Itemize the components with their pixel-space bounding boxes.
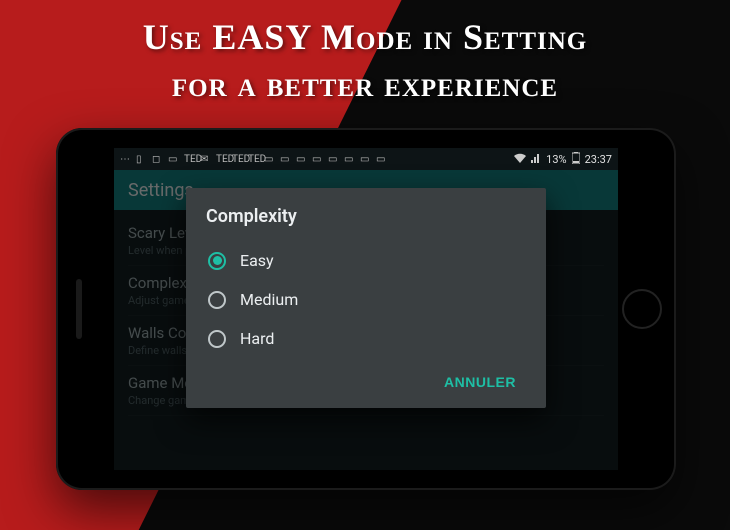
notif-icon: TED [232,154,244,164]
notif-icon: ▭ [344,154,356,164]
promo-headline: Use EASY Mode in Setting for a better ex… [0,14,730,108]
dialog-actions: ANNULER [206,366,526,398]
notif-icon: ▭ [264,154,276,164]
radio-icon [208,291,226,309]
radio-icon [208,330,226,348]
android-statusbar: ⋯ ▯ ◻ ▭ TED ✉ TED TED TED ▭ ▭ ▭ ▭ ▭ ▭ ▭ … [114,148,618,170]
radio-option-hard[interactable]: Hard [206,319,526,358]
notif-icon: TED [184,154,196,164]
radio-option-easy[interactable]: Easy [206,241,526,280]
notif-icon: ▭ [328,154,340,164]
notif-icon: ▭ [312,154,324,164]
complexity-dialog: Complexity Easy Medium Hard ANNULER [186,188,546,408]
notif-icon: ▭ [280,154,292,164]
device-home-button[interactable] [622,289,662,329]
status-right-cluster: 13% 23:37 [514,152,612,167]
cancel-button[interactable]: ANNULER [434,366,526,398]
notif-icon: ▭ [360,154,372,164]
radio-label: Hard [240,329,274,348]
dialog-title: Complexity [206,206,526,227]
device-speaker [76,279,82,339]
notif-icon: TED [248,154,260,164]
notif-icon: ▭ [168,154,180,164]
signal-icon [531,153,541,166]
battery-text: 13% [546,153,566,166]
notif-icon: ✉ [200,154,212,164]
device-screen: ⋯ ▯ ◻ ▭ TED ✉ TED TED TED ▭ ▭ ▭ ▭ ▭ ▭ ▭ … [114,148,618,470]
notif-icon: ▭ [376,154,388,164]
notif-icon: ⋯ [120,154,132,164]
headline-line1: Use EASY Mode in Setting [0,14,730,61]
radio-option-medium[interactable]: Medium [206,280,526,319]
notif-icon: ◻ [152,154,164,164]
headline-line2: for a better experience [0,61,730,108]
notif-icon: ▭ [296,154,308,164]
wifi-icon [514,153,526,166]
radio-label: Easy [240,251,274,270]
clock-text: 23:37 [585,153,612,166]
radio-label: Medium [240,290,298,309]
radio-icon [208,252,226,270]
battery-icon [572,152,580,167]
status-notification-icons: ⋯ ▯ ◻ ▭ TED ✉ TED TED TED ▭ ▭ ▭ ▭ ▭ ▭ ▭ … [120,154,509,164]
notif-icon: TED [216,154,228,164]
device-frame: ⋯ ▯ ◻ ▭ TED ✉ TED TED TED ▭ ▭ ▭ ▭ ▭ ▭ ▭ … [56,128,676,490]
notif-icon: ▯ [136,154,148,164]
